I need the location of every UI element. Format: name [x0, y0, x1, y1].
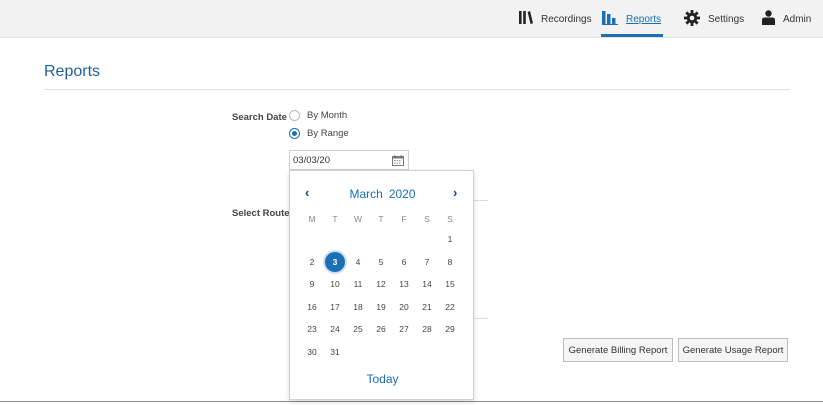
weekday-header: S	[424, 214, 430, 224]
title-divider	[44, 89, 790, 90]
weekday-header: T	[378, 214, 384, 224]
calendar-day[interactable]: 20	[394, 297, 414, 317]
calendar-day[interactable]: 5	[371, 252, 391, 272]
calendar-day[interactable]: 4	[348, 252, 368, 272]
calendar-day[interactable]: 9	[302, 274, 322, 294]
calendar-day[interactable]: 18	[348, 297, 368, 317]
calendar-day[interactable]: 28	[417, 319, 437, 339]
nav-reports[interactable]: Reports	[600, 0, 664, 38]
nav-reports-label: Reports	[626, 13, 662, 25]
radio-by-month-label: By Month	[307, 110, 348, 121]
calendar-day[interactable]: 31	[325, 342, 345, 362]
calendar-day[interactable]: 10	[325, 274, 345, 294]
nav-admin-label: Admin	[783, 13, 812, 25]
radio-by-range[interactable]: By Range	[289, 128, 349, 139]
weekday-header: S	[447, 214, 453, 224]
next-month-chevron-icon[interactable]: ›	[453, 185, 457, 200]
radio-by-range-label: By Range	[307, 128, 349, 139]
calendar-day[interactable]: 22	[440, 297, 460, 317]
calendar-day[interactable]: 12	[371, 274, 391, 294]
bottom-divider	[0, 401, 823, 402]
radio-by-month-circle[interactable]	[289, 110, 300, 121]
weekday-header: M	[308, 214, 316, 224]
calendar-day[interactable]: 21	[417, 297, 437, 317]
calendar-day[interactable]: 16	[302, 297, 322, 317]
date-input-value: 03/03/20	[293, 155, 330, 166]
calendar-day[interactable]: 13	[394, 274, 414, 294]
calendar-day[interactable]: 11	[348, 274, 368, 294]
page-title: Reports	[44, 63, 101, 80]
bar-chart-icon	[602, 10, 618, 28]
radio-by-month[interactable]: By Month	[289, 110, 347, 121]
weekday-header: T	[332, 214, 338, 224]
nav-recordings-label: Recordings	[541, 13, 592, 25]
calendar-day[interactable]: 27	[394, 319, 414, 339]
route-field-bottom-edge	[474, 318, 488, 319]
generate-billing-report-button[interactable]: Generate Billing Report	[563, 338, 673, 362]
calendar-day[interactable]: 17	[325, 297, 345, 317]
user-icon	[762, 10, 775, 28]
datepicker-month[interactable]: March	[349, 187, 382, 201]
weekday-header: F	[401, 214, 407, 224]
top-nav-bar: Recordings Reports Settings Admin	[0, 0, 823, 38]
datepicker-month-year: March 2020	[290, 187, 475, 201]
calendar-day[interactable]: 8	[440, 252, 460, 272]
calendar-day[interactable]: 26	[371, 319, 391, 339]
nav-admin[interactable]: Admin	[762, 0, 811, 38]
search-date-label: Search Date	[232, 112, 287, 123]
calendar-day[interactable]: 19	[371, 297, 391, 317]
calendar-day[interactable]: 25	[348, 319, 368, 339]
datepicker-popup: ‹ March 2020 › Today M T W T F S S 1 2 3 4 5 6 7 8 9 10 11…	[289, 170, 474, 400]
calendar-day[interactable]: 24	[325, 319, 345, 339]
generate-usage-report-button[interactable]: Generate Usage Report	[678, 338, 788, 362]
calendar-day[interactable]: 7	[417, 252, 437, 272]
calendar-icon[interactable]	[392, 155, 404, 169]
calendar-day[interactable]: 2	[302, 252, 322, 272]
calendar-day-selected[interactable]: 3	[325, 251, 345, 272]
date-input[interactable]: 03/03/20	[289, 150, 409, 170]
nav-settings[interactable]: Settings	[684, 0, 744, 38]
nav-recordings[interactable]: Recordings	[519, 0, 592, 38]
calendar-day[interactable]: 6	[394, 252, 414, 272]
route-field-top-edge	[474, 200, 488, 201]
calendar-day[interactable]: 15	[440, 274, 460, 294]
library-icon	[519, 11, 533, 27]
calendar-day[interactable]: 23	[302, 319, 322, 339]
calendar-day[interactable]: 29	[440, 319, 460, 339]
calendar-day[interactable]: 30	[302, 342, 322, 362]
calendar-day[interactable]: 14	[417, 274, 437, 294]
nav-settings-label: Settings	[708, 13, 745, 25]
calendar-day[interactable]: 1	[440, 229, 460, 249]
weekday-header: W	[353, 214, 363, 224]
gear-icon	[684, 9, 700, 29]
radio-by-range-circle[interactable]	[289, 128, 300, 139]
today-button[interactable]: Today	[290, 372, 475, 386]
datepicker-year[interactable]: 2020	[389, 187, 416, 201]
select-route-label: Select Route	[232, 208, 290, 219]
